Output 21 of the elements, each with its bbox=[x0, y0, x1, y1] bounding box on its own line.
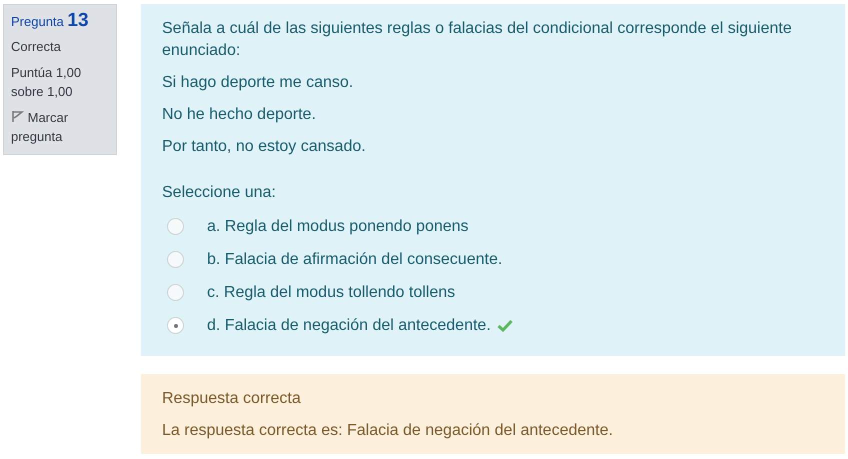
question-text: Señala a cuál de las siguientes reglas o falacias del condicional corresponde el siguiente enunciado: bbox=[162, 19, 793, 61]
option-label[interactable]: a. Regla del modus ponendo ponens bbox=[207, 216, 469, 238]
flag-question-link[interactable]: Marcar pregunta bbox=[11, 108, 111, 146]
feedback-title: Respuesta correcta bbox=[162, 389, 302, 409]
radio-button[interactable] bbox=[167, 284, 184, 301]
option-label[interactable]: d. Falacia de negación del antecedente. bbox=[207, 314, 491, 336]
question-text: No he hecho deporte. bbox=[162, 105, 317, 125]
question-state: Correcta bbox=[11, 38, 62, 56]
question-text: Si hago deporte me canso. bbox=[162, 73, 354, 93]
radio-button[interactable] bbox=[167, 218, 184, 235]
question-grade: Puntúa 1,00 sobre 1,00 bbox=[11, 64, 82, 101]
question-label: Pregunta bbox=[11, 14, 64, 29]
question-text: Por tanto, no estoy cansado. bbox=[162, 137, 367, 157]
prompt-text: Seleccione una: bbox=[162, 183, 277, 203]
option-label[interactable]: c. Regla del modus tollendo tollens bbox=[207, 282, 456, 304]
radio-button[interactable] bbox=[167, 317, 184, 334]
radio-button[interactable] bbox=[167, 251, 184, 268]
feedback-text: La respuesta correcta es: Falacia de negación del antecedente. bbox=[162, 421, 614, 441]
question-number: 13 bbox=[67, 10, 89, 31]
flag-icon bbox=[11, 110, 24, 123]
option-label[interactable]: b. Falacia de afirmación del consecuente. bbox=[207, 248, 502, 270]
